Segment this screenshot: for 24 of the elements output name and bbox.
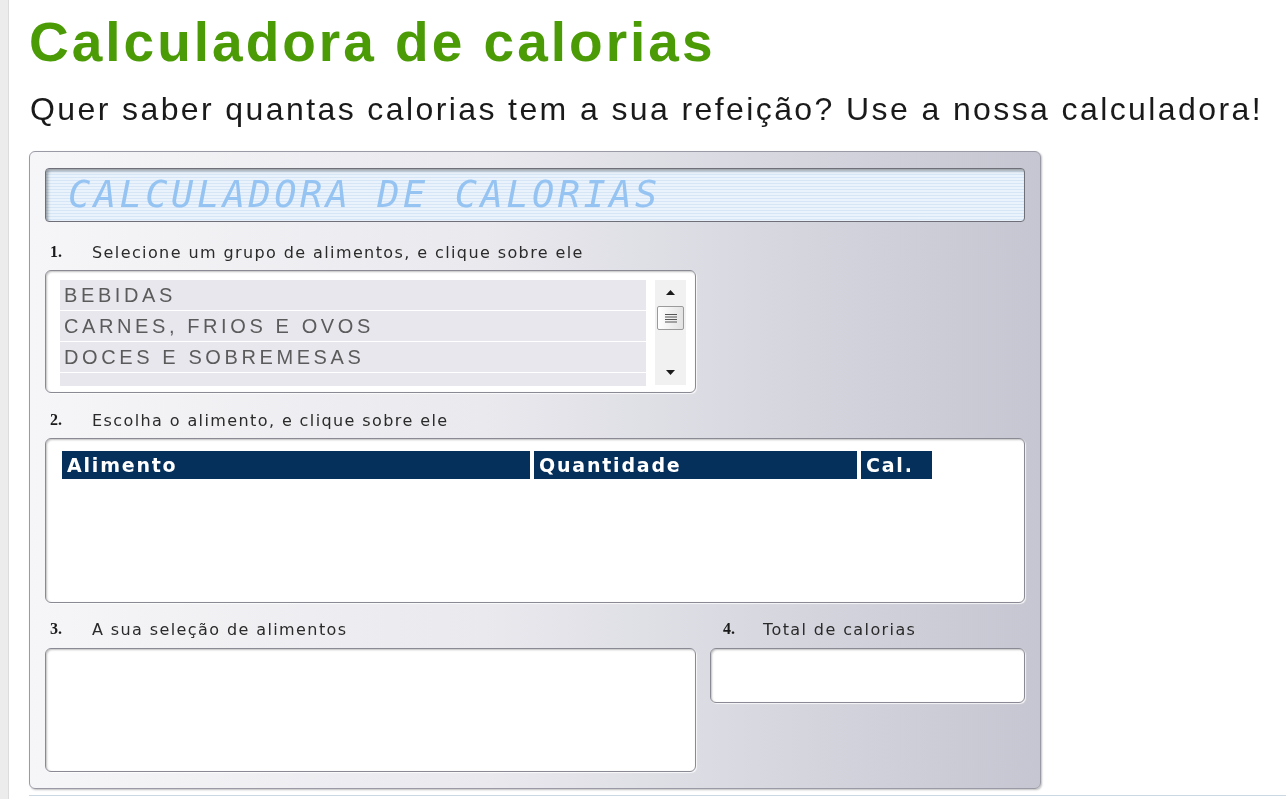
page-subtitle: Quer saber quantas calorias tem a sua refeição? Use a nossa calculadora! — [30, 91, 1264, 127]
display-banner: CALCULADORA DE CALORIAS — [45, 168, 1025, 222]
step-label: Total de calorias — [763, 619, 917, 639]
step-number: 4. — [722, 620, 736, 638]
column-header: Alimento — [62, 451, 530, 479]
scrollbar[interactable] — [655, 280, 686, 385]
step-number: 1. — [49, 243, 63, 261]
page-title: Calculadora de calorias — [29, 15, 717, 70]
step-number: 3. — [49, 620, 63, 638]
step-label: A sua seleção de alimentos — [92, 619, 348, 639]
food-group-item[interactable]: CARNES, FRIOS E OVOS — [60, 311, 646, 341]
step-label: Selecione um grupo de alimentos, e clique sobre ele — [92, 242, 584, 262]
column-header: Quantidade — [534, 451, 857, 479]
grip-icon — [664, 313, 677, 323]
step-number: 2. — [49, 411, 63, 429]
food-group-list[interactable]: BEBIDAS CARNES, FRIOS E OVOS DOCES E SOBREMESAS — [45, 270, 696, 393]
caret-up-icon[interactable] — [666, 290, 675, 295]
food-group-item[interactable]: BEBIDAS — [60, 280, 646, 310]
food-group-item[interactable]: DOCES E SOBREMESAS — [60, 342, 646, 372]
total-field[interactable] — [710, 648, 1025, 703]
scroll-thumb[interactable] — [657, 306, 684, 330]
caret-down-icon[interactable] — [666, 370, 675, 375]
column-header: Cal. — [861, 451, 932, 479]
step-label: Escolha o alimento, e clique sobre ele — [92, 410, 449, 430]
